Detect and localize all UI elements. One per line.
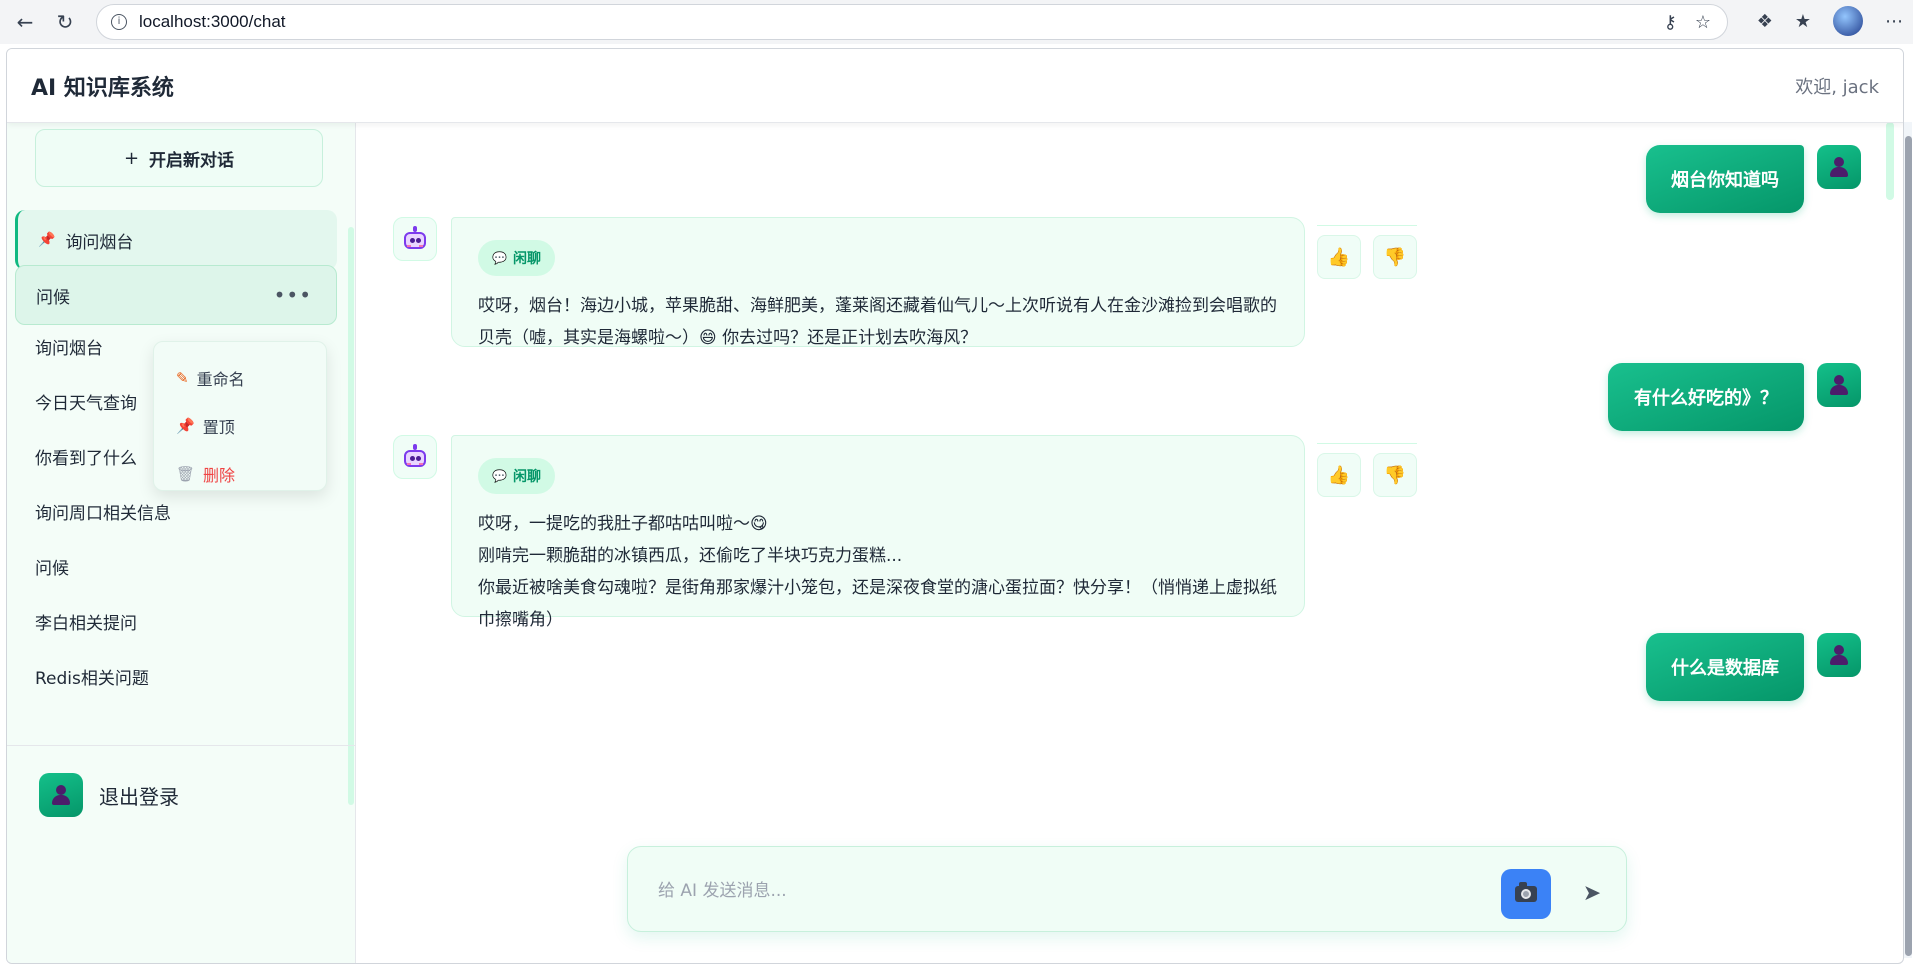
pencil-icon: ✎ xyxy=(176,369,189,387)
user-message-text: 有什么好吃的》？ xyxy=(1634,388,1778,409)
conversation-label: 询问烟台 xyxy=(35,338,103,359)
chat-bubble-icon: 💬 xyxy=(492,251,507,265)
user-message: 烟台你知道吗 xyxy=(1646,145,1804,213)
thumbs-down-icon[interactable]: 👎 xyxy=(1373,453,1417,497)
user-message: 什么是数据库 xyxy=(1646,633,1804,701)
camera-button[interactable] xyxy=(1501,869,1551,919)
user-message-text: 烟台你知道吗 xyxy=(1671,170,1779,191)
conversation-label: 询问烟台 xyxy=(65,232,134,253)
user-avatar xyxy=(1817,363,1861,407)
user-figure-icon xyxy=(1829,644,1849,666)
user-avatar xyxy=(1817,145,1861,189)
feedback-divider xyxy=(1317,225,1417,226)
logout-label: 退出登录 xyxy=(99,784,179,809)
conversation-item[interactable]: 问候 xyxy=(15,536,337,596)
message-line: 你最近被啥美食勾魂啦？是街角那家爆汁小笼包，还是深夜食堂的溏心蛋拉面？快分享！（… xyxy=(478,578,1277,630)
key-icon[interactable]: ⚷ xyxy=(1664,12,1677,33)
delete-label: 删除 xyxy=(203,466,236,485)
profile-avatar[interactable] xyxy=(1833,6,1863,36)
plus-icon: + xyxy=(123,147,140,169)
message-line: 哎呀，烟台！海边小城，苹果脆甜、海鲜肥美，蓬莱阁还藏着仙气儿～上次听说有人在金沙… xyxy=(478,296,1277,348)
reload-icon[interactable]: ↻ xyxy=(50,7,80,37)
conversation-item-pinned[interactable]: 📌 询问烟台 xyxy=(15,210,337,270)
address-bar[interactable]: i localhost:3000/chat ⚷ ☆ xyxy=(96,4,1728,40)
app-title: AI 知识库系统 xyxy=(31,75,174,101)
thumbs-up-icon[interactable]: 👍 xyxy=(1317,235,1361,279)
chat-bubble-icon: 💬 xyxy=(492,469,507,483)
user-avatar xyxy=(1817,633,1861,677)
chat-scroll-indicator xyxy=(1886,122,1894,200)
thumbs-up-icon[interactable]: 👍 xyxy=(1317,453,1361,497)
intent-tag-label: 闲聊 xyxy=(512,251,541,267)
new-chat-button[interactable]: + 开启新对话 xyxy=(35,129,323,187)
message-input[interactable] xyxy=(658,871,1458,911)
user-message: 有什么好吃的》？ xyxy=(1608,363,1804,431)
menu-dots-icon[interactable]: ⋯ xyxy=(1885,11,1903,32)
bot-avatar xyxy=(393,435,437,479)
user-avatar xyxy=(39,773,83,817)
conversation-label: 问候 xyxy=(36,287,70,308)
intent-tag-label: 闲聊 xyxy=(512,469,541,485)
rename-label: 重命名 xyxy=(196,370,245,389)
sidebar: + 开启新对话 📌 询问烟台 问候 ••• 询问烟台 今日天气查询 你看到了什么… xyxy=(7,123,356,963)
user-figure-icon xyxy=(51,784,71,806)
conversation-label: 今日天气查询 xyxy=(35,393,137,414)
intent-tag: 💬 闲聊 xyxy=(478,458,555,494)
new-chat-label: 开启新对话 xyxy=(149,150,235,171)
bot-avatar xyxy=(393,217,437,261)
sidebar-scrollbar[interactable] xyxy=(348,227,354,805)
more-dots-icon[interactable]: ••• xyxy=(274,283,312,307)
user-figure-icon xyxy=(1829,156,1849,178)
robot-icon xyxy=(402,444,428,470)
user-message-text: 什么是数据库 xyxy=(1671,658,1779,679)
browser-toolbar: ← ↻ i localhost:3000/chat ⚷ ☆ ❖ ★ ⋯ xyxy=(0,0,1913,44)
message-line: 哎呀，一提吃的我肚子都咕咕叫啦～😋 xyxy=(478,514,768,534)
star-icon[interactable]: ☆ xyxy=(1695,12,1711,33)
conversation-label: 询问周口相关信息 xyxy=(35,503,171,524)
app-window: AI 知识库系统 欢迎, jack + 开启新对话 📌 询问烟台 问候 ••• … xyxy=(6,48,1904,964)
chat-scrollbar-thumb[interactable] xyxy=(1905,136,1912,956)
chat-area: 烟台你知道吗 💬 闲聊 哎呀，烟台！海边小城，苹果脆甜、海鲜肥美，蓬莱阁还藏着仙… xyxy=(357,123,1887,963)
pin-icon: 📌 xyxy=(176,417,195,435)
conversation-label: 你看到了什么 xyxy=(35,448,137,469)
sidebar-divider xyxy=(7,745,356,746)
conversation-item[interactable]: Redis相关问题 xyxy=(15,646,337,706)
url-text: localhost:3000/chat xyxy=(139,12,286,31)
favorites-icon[interactable]: ★ xyxy=(1795,11,1811,32)
conversation-label: Redis相关问题 xyxy=(35,668,149,689)
back-arrow-icon[interactable]: ← xyxy=(10,7,40,37)
conversation-item[interactable]: 李白相关提问 xyxy=(15,591,337,651)
conversation-context-menu: ✎ 重命名 📌 置顶 🗑 删除 xyxy=(153,341,327,491)
user-figure-icon xyxy=(1829,374,1849,396)
pin-menu-item[interactable]: 📌 置顶 xyxy=(154,402,326,450)
thumbs-down-icon[interactable]: 👎 xyxy=(1373,235,1417,279)
assistant-message: 💬 闲聊 哎呀，烟台！海边小城，苹果脆甜、海鲜肥美，蓬莱阁还藏着仙气儿～上次听说… xyxy=(451,217,1305,348)
extensions-icon[interactable]: ❖ xyxy=(1757,11,1773,32)
logout-button[interactable]: 退出登录 xyxy=(39,773,179,817)
feedback-divider xyxy=(1317,443,1417,444)
send-icon[interactable]: ➤ xyxy=(1572,873,1612,913)
assistant-message-text: 哎呀，一提吃的我肚子都咕咕叫啦～😋 刚啃完一颗脆甜的冰镇西瓜，还偷吃了半块巧克力… xyxy=(478,508,1278,636)
pin-icon: 📌 xyxy=(38,232,56,248)
message-composer: ➤ xyxy=(627,846,1627,932)
info-icon[interactable]: i xyxy=(111,14,127,30)
delete-menu-item[interactable]: 🗑 删除 xyxy=(154,450,326,498)
conversation-label: 李白相关提问 xyxy=(35,613,137,634)
camera-icon xyxy=(1515,882,1537,902)
welcome-text: 欢迎, jack xyxy=(1795,76,1879,98)
pin-label: 置顶 xyxy=(202,418,235,437)
assistant-message: 💬 闲聊 哎呀，一提吃的我肚子都咕咕叫啦～😋 刚啃完一颗脆甜的冰镇西瓜，还偷吃了… xyxy=(451,435,1305,630)
conversation-label: 问候 xyxy=(35,558,69,579)
assistant-message-text: 哎呀，烟台！海边小城，苹果脆甜、海鲜肥美，蓬莱阁还藏着仙气儿～上次听说有人在金沙… xyxy=(478,290,1278,354)
intent-tag: 💬 闲聊 xyxy=(478,240,555,276)
message-line: 刚啃完一颗脆甜的冰镇西瓜，还偷吃了半块巧克力蛋糕... xyxy=(478,546,903,566)
app-header: AI 知识库系统 欢迎, jack xyxy=(7,49,1903,123)
trash-icon: 🗑 xyxy=(176,465,196,483)
rename-menu-item[interactable]: ✎ 重命名 xyxy=(154,354,326,402)
robot-icon xyxy=(402,226,428,252)
